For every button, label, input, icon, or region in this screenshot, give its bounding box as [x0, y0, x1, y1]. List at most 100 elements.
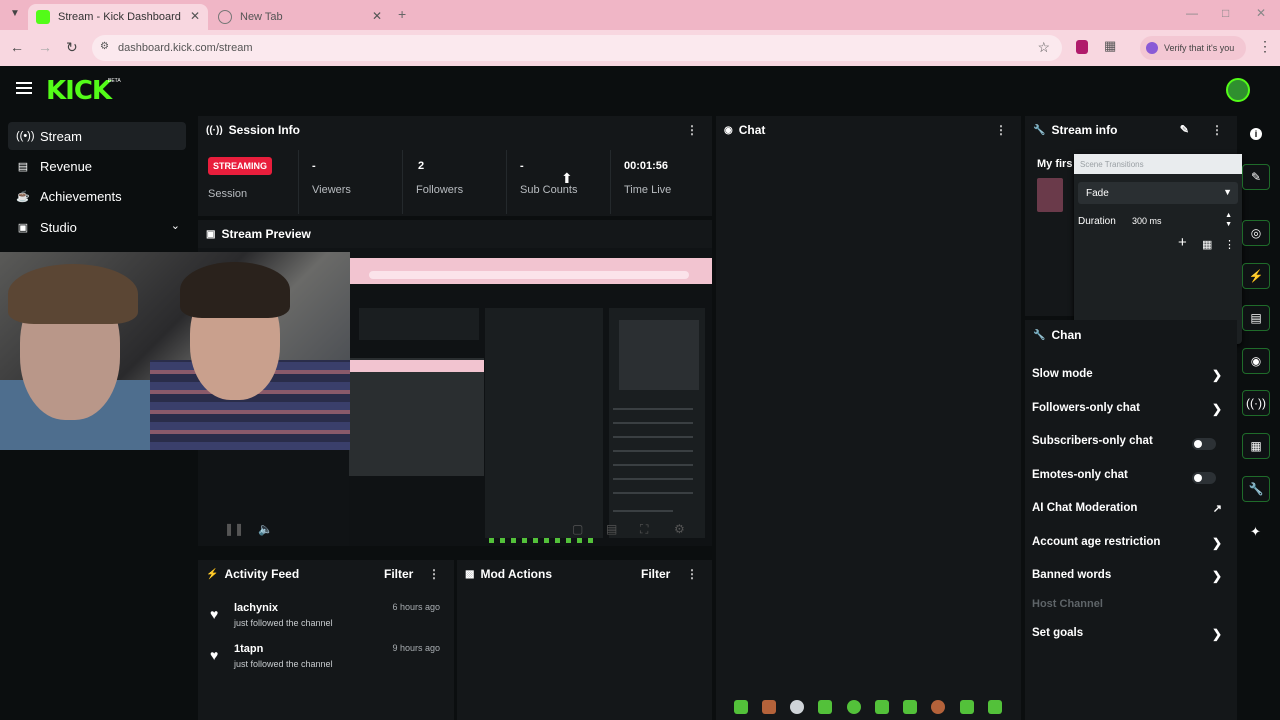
tab-search-icon[interactable]: ▼	[10, 8, 20, 19]
tab-new-tab[interactable]: New Tab ✕	[210, 4, 390, 30]
sidebar-item-studio[interactable]: ▣ Studio ⌄	[8, 213, 186, 241]
set-goals-setting[interactable]: Set goals ❯	[1032, 627, 1222, 647]
user-avatar[interactable]	[1226, 78, 1250, 102]
add-icon[interactable]: +	[1178, 234, 1187, 251]
wrench-rail-button[interactable]: 🔧	[1242, 476, 1270, 502]
sidebar-item-revenue[interactable]: ▤ Revenue	[8, 152, 186, 180]
tab-kick-dashboard[interactable]: Stream - Kick Dashboard ✕	[28, 4, 208, 30]
emote-icon[interactable]	[903, 700, 917, 714]
follower-name[interactable]: 1tapn	[234, 643, 263, 655]
lightning-icon: ⚡	[206, 568, 219, 580]
emote-icon[interactable]	[988, 700, 1002, 714]
filter-button[interactable]: Filter	[641, 567, 670, 581]
trash-icon[interactable]: ▦	[1202, 238, 1212, 251]
close-tab-icon[interactable]: ✕	[372, 9, 382, 23]
emote-icon[interactable]	[818, 700, 832, 714]
emote-icon[interactable]	[762, 700, 776, 714]
site-info-icon[interactable]: ⚙	[100, 41, 109, 52]
minimize-icon[interactable]: —	[1186, 6, 1198, 20]
broadcast-icon: ((·))	[206, 124, 223, 136]
sidebar-item-achievements[interactable]: ☕ Achievements	[8, 182, 186, 210]
preview-screen-capture	[349, 258, 712, 546]
settings-gear-icon[interactable]: ⚙	[674, 522, 685, 536]
duration-input[interactable]: 300 ms ▲ ▼	[1128, 212, 1234, 230]
more-options-icon[interactable]: ⋮	[686, 567, 698, 581]
panel-title: Stream Preview	[221, 227, 311, 241]
pip-icon[interactable]: ▢	[572, 522, 583, 536]
session-info-header: ((·)) Session Info ⋮	[198, 116, 712, 144]
emote-icon[interactable]	[734, 700, 748, 714]
account-age-setting[interactable]: Account age restriction ❯	[1032, 536, 1222, 556]
chevron-right-icon: ❯	[1211, 368, 1222, 382]
banned-words-setting[interactable]: Banned words ❯	[1032, 569, 1222, 589]
pause-icon[interactable]: ❚❚	[224, 522, 244, 536]
slow-mode-setting[interactable]: Slow mode ❯	[1032, 368, 1222, 388]
more-options-icon[interactable]: ⋮	[1224, 238, 1235, 251]
apps-icon[interactable]: ✦	[1250, 524, 1261, 540]
forward-icon[interactable]: →	[38, 39, 52, 55]
extensions-puzzle-icon[interactable]: ▦	[1104, 38, 1116, 54]
emote-icon[interactable]	[960, 700, 974, 714]
list-item: ♥ lachynix just followed the channel 6 h…	[198, 602, 454, 642]
info-icon[interactable]: i	[1250, 128, 1262, 140]
theater-icon[interactable]: ▤	[606, 522, 617, 536]
follow-action-text: just followed the channel	[234, 659, 333, 669]
emote-icon[interactable]	[847, 700, 861, 714]
stepper-down-icon[interactable]: ▼	[1225, 221, 1232, 228]
emote-icon[interactable]	[790, 700, 804, 714]
close-tab-icon[interactable]: ✕	[190, 9, 200, 23]
layout-rail-button[interactable]: ▦	[1242, 433, 1270, 459]
stream-thumbnail	[1037, 178, 1063, 212]
more-options-icon[interactable]: ⋮	[1211, 123, 1223, 137]
browser-menu-icon[interactable]: ⋮	[1258, 38, 1272, 55]
chat-header: ◉ Chat ⋮	[716, 116, 1021, 144]
fullscreen-icon[interactable]: ⛶	[640, 522, 648, 537]
focus-rail-button[interactable]: ◎	[1242, 220, 1270, 246]
more-options-icon[interactable]: ⋮	[686, 123, 698, 137]
video-icon: ▣	[17, 221, 29, 234]
edit-pencil-icon[interactable]: ✎	[1180, 123, 1189, 136]
stepper-up-icon[interactable]: ▲	[1225, 212, 1232, 219]
wrench-icon: 🔧	[1033, 329, 1046, 341]
subscribers-only-toggle[interactable]	[1192, 438, 1216, 450]
chevron-right-icon: ❯	[1211, 536, 1222, 550]
maximize-icon[interactable]: □	[1222, 6, 1229, 20]
hamburger-menu-icon[interactable]	[16, 82, 32, 94]
timestamp: 6 hours ago	[392, 602, 440, 612]
chevron-down-icon[interactable]: ⌄	[171, 219, 180, 232]
list-item: ♥ 1tapn just followed the channel 9 hour…	[198, 643, 454, 683]
more-options-icon[interactable]: ⋮	[428, 567, 440, 581]
panel-title: Session Info	[228, 123, 300, 137]
edit-stream-rail-button[interactable]: ✎	[1242, 164, 1270, 190]
address-bar[interactable]: ⚙ dashboard.kick.com/stream ☆	[92, 35, 1062, 61]
sidebar-item-stream[interactable]: ((•)) Stream	[8, 122, 186, 150]
panel-title: Chat	[738, 123, 766, 137]
follower-name[interactable]: lachynix	[234, 602, 278, 614]
extension-shield-icon[interactable]	[1076, 40, 1088, 54]
followers-only-setting[interactable]: Followers-only chat ❯	[1032, 402, 1222, 422]
close-window-icon[interactable]: ✕	[1256, 6, 1266, 20]
more-options-icon[interactable]: ⋮	[995, 123, 1007, 137]
mute-icon[interactable]: 🔈	[258, 522, 273, 536]
chat-rail-button[interactable]: ◉	[1242, 348, 1270, 374]
transition-select[interactable]: Fade ▼	[1078, 182, 1238, 204]
new-tab-icon[interactable]: +	[398, 6, 406, 22]
broadcast-rail-button[interactable]: ((·))	[1242, 390, 1270, 416]
filter-button[interactable]: Filter	[384, 567, 413, 581]
globe-icon	[218, 10, 232, 24]
transition-value: Fade	[1086, 188, 1109, 199]
kick-logo[interactable]: KICK	[46, 76, 112, 106]
ai-moderation-setting[interactable]: AI Chat Moderation ↗	[1032, 502, 1222, 522]
verify-profile-button[interactable]: Verify that it's you	[1140, 36, 1246, 60]
emote-icon[interactable]	[875, 700, 889, 714]
chat-settings-header: 🔧 Chan	[1025, 320, 1237, 348]
back-icon[interactable]: ←	[10, 39, 24, 55]
beta-label: BETA	[108, 78, 121, 84]
duration-value: 300 ms	[1132, 216, 1162, 226]
lightning-rail-button[interactable]: ⚡	[1242, 263, 1270, 289]
emote-icon[interactable]	[931, 700, 945, 714]
notes-rail-button[interactable]: ▤	[1242, 305, 1270, 331]
bookmark-star-icon[interactable]: ☆	[1037, 39, 1050, 56]
emotes-only-toggle[interactable]	[1192, 472, 1216, 484]
reload-icon[interactable]: ↻	[66, 39, 78, 56]
